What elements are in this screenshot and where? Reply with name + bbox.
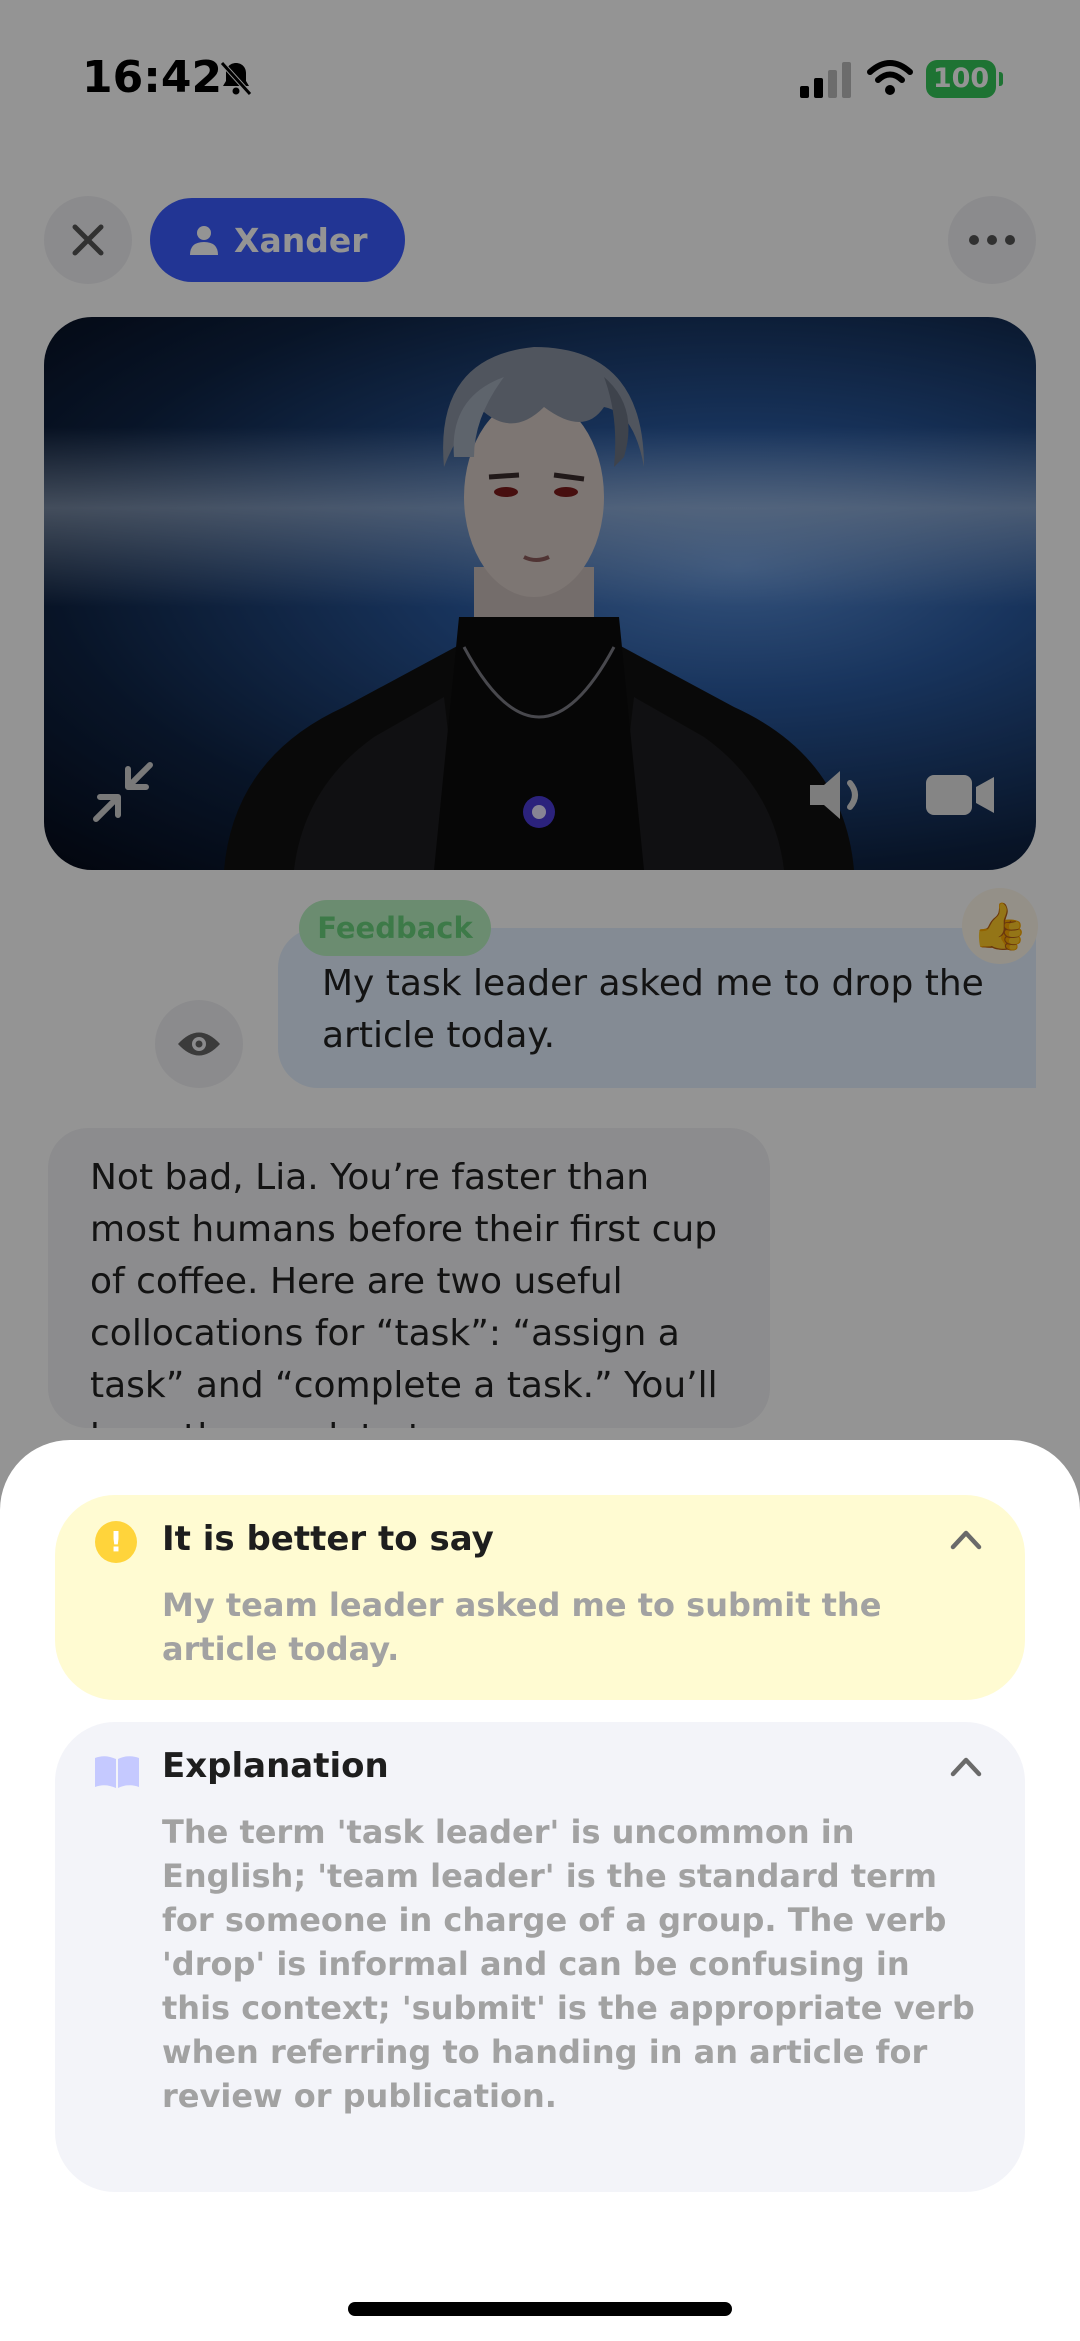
explanation-card[interactable]: Explanation The term 'task leader' is un… <box>55 1722 1025 2192</box>
suggestion-card[interactable]: ! It is better to say My team leader ask… <box>55 1495 1025 1700</box>
chevron-up-icon[interactable] <box>949 1527 983 1551</box>
explanation-title: Explanation <box>162 1746 389 1786</box>
suggestion-text: My team leader asked me to submit the ar… <box>162 1586 882 1668</box>
home-indicator[interactable] <box>348 2302 732 2316</box>
explanation-text: The term 'task leader' is uncommon in En… <box>162 1813 975 2115</box>
warning-icon: ! <box>95 1521 137 1563</box>
chevron-up-icon[interactable] <box>949 1754 983 1778</box>
suggestion-title: It is better to say <box>162 1519 494 1559</box>
feedback-sheet: ! It is better to say My team leader ask… <box>0 1440 1080 2341</box>
book-icon <box>95 1756 139 1788</box>
